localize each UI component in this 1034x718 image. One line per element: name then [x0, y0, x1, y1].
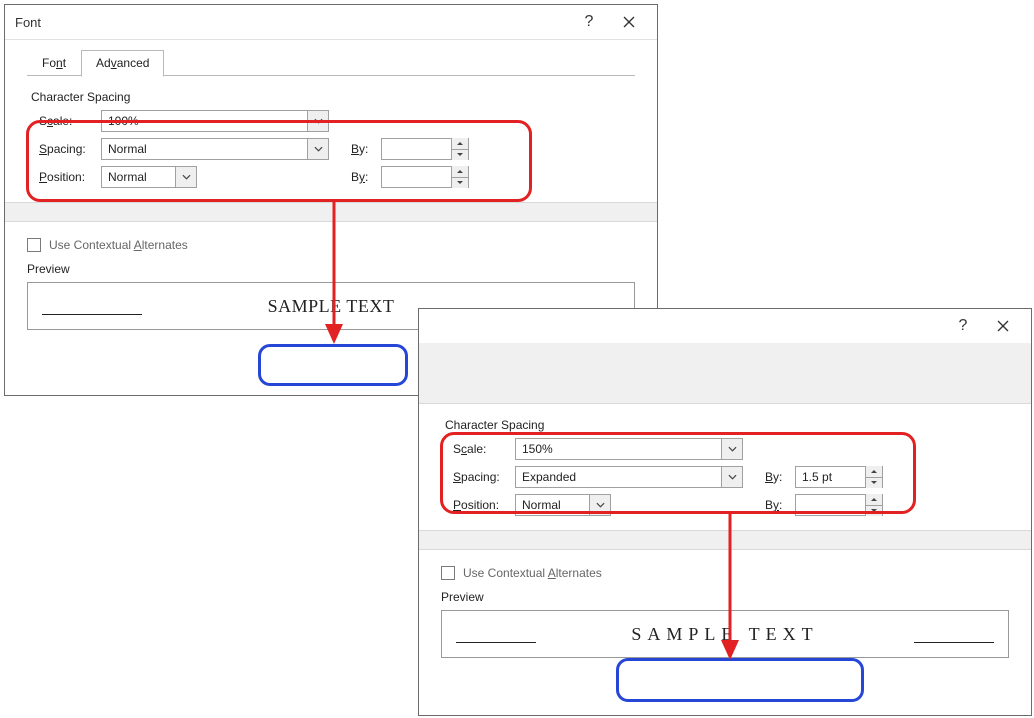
chevron-down-icon: [307, 111, 328, 131]
spacing-by-spinner-1[interactable]: [381, 138, 469, 160]
group-character-spacing-2: Character Spacing: [441, 418, 1009, 432]
preview-box-2: SAMPLE TEXT: [441, 610, 1009, 658]
contextual-alternates-checkbox-2[interactable]: [441, 566, 455, 580]
help-button-2[interactable]: ?: [943, 311, 983, 341]
tab-font[interactable]: Font: [27, 50, 81, 76]
label-preview-2: Preview: [441, 590, 1009, 604]
position-value-1: Normal: [102, 170, 175, 184]
spinner-icon: [865, 466, 882, 488]
pane-character-spacing-2: Character Spacing Scale: 150% Spacing: E…: [419, 404, 1031, 530]
chevron-down-icon: [307, 139, 328, 159]
pane-lower-2: Use Contextual Alternates Preview SAMPLE…: [419, 550, 1031, 678]
label-contextual-2: Use Contextual Alternates: [463, 566, 602, 580]
font-dialog-2: ? Character Spacing Scale: 150% Spacing:…: [418, 308, 1032, 716]
spinner-icon: [451, 138, 468, 160]
close-button[interactable]: [609, 7, 649, 37]
spacing-combo-2[interactable]: Expanded: [515, 466, 743, 488]
spacing-value-2: Expanded: [516, 470, 721, 484]
close-button-2[interactable]: [983, 311, 1023, 341]
titlebar-2: ?: [419, 309, 1031, 343]
tabs-1: Font Advanced: [5, 48, 657, 76]
spinner-icon: [865, 494, 882, 516]
close-icon: [623, 16, 635, 28]
chevron-down-icon: [721, 467, 742, 487]
scale-combo-1[interactable]: 100%: [101, 110, 329, 132]
label-position-1: Position:: [39, 170, 101, 184]
position-by-spinner-1[interactable]: [381, 166, 469, 188]
titlebar-1: Font ?: [5, 5, 657, 40]
scale-value-2: 150%: [516, 442, 721, 456]
pane-character-spacing-1: Character Spacing Scale: 100% Spacing: N…: [5, 76, 657, 202]
help-button[interactable]: ?: [569, 7, 609, 37]
spacing-value-1: Normal: [102, 142, 307, 156]
label-by-2a: By:: [765, 470, 795, 484]
spinner-icon: [451, 166, 468, 188]
chevron-down-icon: [175, 167, 196, 187]
label-by-1a: By:: [351, 142, 381, 156]
label-by-2b: By:: [765, 498, 795, 512]
position-combo-1[interactable]: Normal: [101, 166, 197, 188]
row-contextual-alts-1: Use Contextual Alternates: [27, 238, 635, 252]
spacing-combo-1[interactable]: Normal: [101, 138, 329, 160]
spacing-by-spinner-2[interactable]: 1.5 pt: [795, 466, 883, 488]
label-position-2: Position:: [453, 498, 515, 512]
label-scale-2: Scale:: [453, 442, 515, 456]
group-character-spacing-1: Character Spacing: [27, 90, 635, 104]
chevron-down-icon: [721, 439, 742, 459]
close-icon: [997, 320, 1009, 332]
position-by-spinner-2[interactable]: [795, 494, 883, 516]
chevron-down-icon: [589, 495, 610, 515]
scale-combo-2[interactable]: 150%: [515, 438, 743, 460]
label-by-1b: By:: [351, 170, 381, 184]
scale-value-1: 100%: [102, 114, 307, 128]
label-contextual-1: Use Contextual Alternates: [49, 238, 188, 252]
label-scale-1: Scale:: [39, 114, 101, 128]
preview-text-2: SAMPLE TEXT: [631, 624, 818, 645]
position-value-2: Normal: [516, 498, 589, 512]
preview-text-1: SAMPLE TEXT: [268, 296, 395, 317]
dialog-title: Font: [15, 15, 569, 30]
tab-advanced[interactable]: Advanced: [81, 50, 164, 77]
label-spacing-2: Spacing:: [453, 470, 515, 484]
spacing-by-value-2: 1.5 pt: [796, 470, 865, 484]
row-contextual-alts-2: Use Contextual Alternates: [441, 566, 1009, 580]
position-combo-2[interactable]: Normal: [515, 494, 611, 516]
contextual-alternates-checkbox-1[interactable]: [27, 238, 41, 252]
label-spacing-1: Spacing:: [39, 142, 101, 156]
label-preview-1: Preview: [27, 262, 635, 276]
